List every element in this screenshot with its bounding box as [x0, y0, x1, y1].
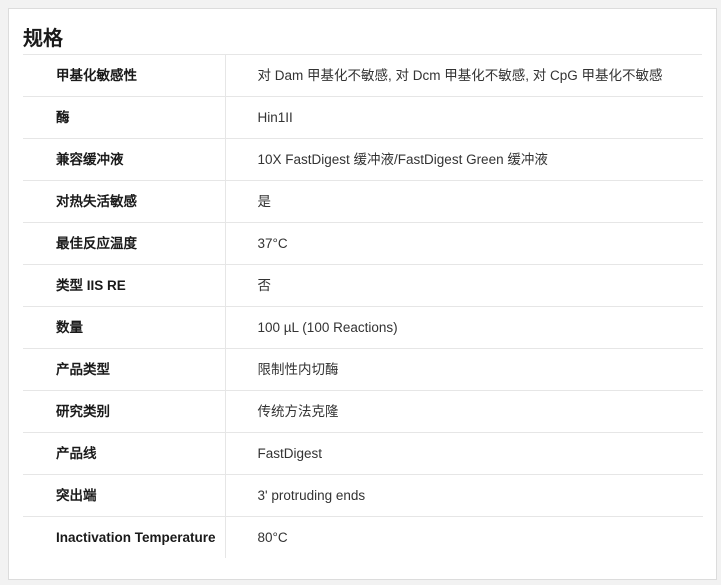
- spec-value: 否: [225, 264, 703, 307]
- table-row: 数量 100 µL (100 Reactions): [23, 306, 703, 349]
- spec-label: 突出端: [23, 474, 226, 517]
- table-row: 对热失活敏感 是: [23, 180, 703, 223]
- specifications-card: 规格 甲基化敏感性 对 Dam 甲基化不敏感, 对 Dcm 甲基化不敏感, 对 …: [8, 8, 717, 580]
- table-row: 研究类别 传统方法克隆: [23, 390, 703, 433]
- spec-label: 研究类别: [23, 390, 226, 433]
- spec-value: 37°C: [225, 222, 703, 265]
- table-row: 酶 Hin1II: [23, 96, 703, 139]
- spec-label: 酶: [23, 96, 226, 139]
- table-row: 甲基化敏感性 对 Dam 甲基化不敏感, 对 Dcm 甲基化不敏感, 对 CpG…: [23, 55, 703, 97]
- spec-label: 兼容缓冲液: [23, 138, 226, 181]
- spec-value: 限制性内切酶: [225, 348, 703, 391]
- spec-label: 类型 IIS RE: [23, 264, 226, 307]
- table-row: 产品类型 限制性内切酶: [23, 348, 703, 391]
- spec-label: 对热失活敏感: [23, 180, 226, 223]
- spec-value: Hin1II: [225, 96, 703, 139]
- spec-value: 100 µL (100 Reactions): [225, 306, 703, 349]
- spec-value: 传统方法克隆: [225, 390, 703, 433]
- spec-value: 80°C: [257, 530, 288, 545]
- spec-value: 是: [225, 180, 703, 223]
- spec-value: FastDigest: [225, 432, 703, 475]
- table-row: 类型 IIS RE 否: [23, 264, 703, 307]
- table-row: 产品线 FastDigest: [23, 432, 703, 475]
- spec-label: 数量: [23, 306, 226, 349]
- spec-label: 最佳反应温度: [23, 222, 226, 265]
- table-row: 最佳反应温度 37°C: [23, 222, 703, 265]
- spec-value: 3' protruding ends: [225, 474, 703, 517]
- specifications-table: 甲基化敏感性 对 Dam 甲基化不敏感, 对 Dcm 甲基化不敏感, 对 CpG…: [23, 55, 703, 558]
- table-row: Inactivation Temperature 80°C: [23, 516, 703, 558]
- table-row: 兼容缓冲液 10X FastDigest 缓冲液/FastDigest Gree…: [23, 138, 703, 181]
- spec-label: Inactivation Temperature: [23, 516, 226, 558]
- spec-label: 产品线: [23, 432, 226, 475]
- spec-value: 对 Dam 甲基化不敏感, 对 Dcm 甲基化不敏感, 对 CpG 甲基化不敏感: [225, 55, 703, 97]
- spec-label: 甲基化敏感性: [23, 55, 226, 97]
- spec-label: 产品类型: [23, 348, 226, 391]
- section-title: 规格: [23, 28, 63, 50]
- table-row: 突出端 3' protruding ends: [23, 474, 703, 517]
- spec-value: 10X FastDigest 缓冲液/FastDigest Green 缓冲液: [225, 138, 703, 181]
